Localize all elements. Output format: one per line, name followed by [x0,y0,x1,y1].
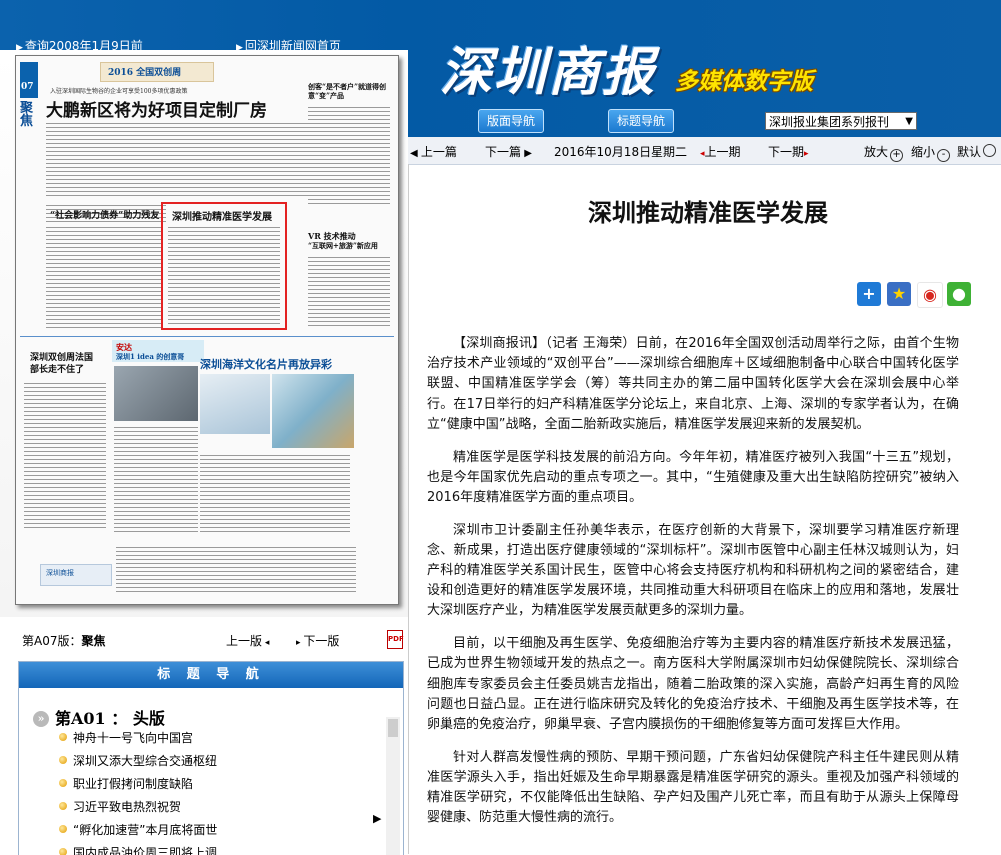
kicker: 入驻深圳国际生物谷的企业可享受100多项优惠政策 [50,88,188,95]
plus-share-icon[interactable]: + [857,282,881,306]
current-page-info: 第A07版：聚焦 [22,634,106,648]
zoom-in-button[interactable]: 放大 + [864,143,904,162]
title-nav-header: 标 题 导 航 [19,662,403,688]
bottom-left-headline: 深圳双创周法国部长走不住了 [30,353,94,375]
bullet-icon [59,733,67,741]
column-divider [408,164,409,854]
current-page-name: 聚焦 [81,634,106,648]
nav-title-item[interactable]: 职业打假拷问制度缺陷 [59,775,193,792]
nav-title-item[interactable]: 习近平致电热烈祝贺 [59,798,181,815]
scrollbar[interactable] [386,717,400,855]
zoom-default-icon [983,144,997,157]
chevron-down-icon: ▼ [905,116,913,127]
scrollbar-thumb[interactable] [388,719,398,737]
wechat-icon[interactable]: ● [947,282,971,306]
caret-right-icon: ▸ [804,149,809,159]
article-paragraph: 目前，以干细胞及再生医学、免疫细胞治疗等为主要内容的精准医疗新技术发展迅猛，已成… [427,636,959,732]
article-body: 【深圳商报讯】（记者 王海荣）日前，在2016年全国双创活动周举行之际，由首个生… [427,334,959,841]
mid-right-headline-2: “互联网+旅游”新应用 [308,241,378,250]
newspaper-page-thumbnail[interactable]: 07 聚焦 2016 全国双创周 入驻深圳国际生物谷的企业可享受100多项优惠政… [15,55,399,605]
qzone-star-icon[interactable]: ★ [887,282,911,306]
bullet-icon [59,825,67,833]
zoom-default-button[interactable]: 默认 [957,143,997,160]
play-right-icon[interactable]: ▶ [373,812,381,825]
bottom-mid-headline: 深圳1 idea 的创意哥 [116,352,185,361]
issue-weekday: 星期二 [651,145,688,159]
nav-title-item[interactable]: 国内成品油价周三即将上调 [59,844,217,855]
highlighted-article-box[interactable] [161,202,287,330]
zoom-in-icon: + [890,149,904,162]
zoom-out-button[interactable]: 缩小 - [911,143,951,162]
photo [272,374,354,448]
banner-text: 2016 全国双创周 [108,68,182,78]
top-right-headline: 创客“是不者户”就道得创意“变”产品 [308,82,387,100]
article-paragraph: 【深圳商报讯】（记者 王海荣）日前，在2016年全国双创活动周举行之际，由首个生… [427,336,959,432]
side-headline: “社会影响力债券”助力残友 [50,211,160,221]
prev-article-button[interactable]: ◀ 上一篇 [410,143,457,160]
article-toolbar: ◀ 上一篇 下一篇 ▶ 2016年10月18日 星期二 ◂上一期 下一期▸ 放大… [408,137,1001,165]
article-title: 深圳推动精准医学发展 [588,198,828,227]
page-section: 聚焦 [20,101,34,129]
section-title[interactable]: » 第A01 ： 头版 [33,705,165,729]
next-issue-button[interactable]: 下一期▸ [768,143,809,160]
section-divider [20,336,394,337]
text-block [200,452,350,534]
bullet-icon [59,779,67,787]
article-paragraph: 深圳市卫计委副主任孙美华表示，在医疗创新的大背景下，深圳要学习精准医疗新理念、新… [427,522,959,619]
logo[interactable]: 深圳商报 [440,30,656,105]
text-block [46,224,161,328]
caret-left-icon: ◂ [262,638,270,648]
issue-date: 2016年10月18日 [554,145,652,159]
next-page-link[interactable]: ▸ 下一版 [296,632,339,649]
bullet-icon [59,802,67,810]
pdf-icon[interactable]: PDF [387,630,404,649]
text-block [24,380,106,530]
page-number: 07 [21,82,34,92]
article-paragraph: 精准医学是医学科技发展的前沿方向。今年年初，精准医疗被列入我国“十三五”规划，也… [427,449,959,505]
zoom-out-icon: - [937,149,951,162]
weibo-icon[interactable]: ◉ [917,282,943,308]
bullet-icon [59,756,67,764]
double-chevron-icon: » [33,711,49,727]
prev-page-link[interactable]: 上一版 ◂ [226,632,269,649]
footer-tag: 深圳商报 [46,569,74,577]
series-select[interactable]: 深圳报业集团系列报刊 ▼ [765,112,917,130]
article-paragraph: 针对人群高发慢性病的预防、早期干预问题，广东省妇幼保健院产科主任牛建民则从精准医… [427,749,959,826]
text-block [308,104,390,204]
triangle-right-icon: ▶ [521,148,532,159]
text-block [46,120,321,198]
logo-subtitle: 多媒体数字版 [675,69,813,95]
next-article-button[interactable]: 下一篇 ▶ [485,143,532,160]
nav-title-item[interactable]: 神舟十一号飞向中国宫 [59,729,193,746]
photo [114,366,198,421]
title-nav-button[interactable]: 标题导航 [608,109,675,133]
triangle-left-icon: ◀ [410,148,421,159]
text-block [114,424,198,534]
main-headline: 大鹏新区将为好项目定制厂房 [46,101,267,121]
title-navigation-panel: 标 题 导 航 » 第A01 ： 头版 神舟十一号飞向中国宫 深圳又添大型综合交通… [18,661,404,855]
text-block [116,544,356,594]
bottom-right-headline: 深圳海洋文化名片再放异彩 [200,358,332,371]
prev-issue-button[interactable]: ◂上一期 [700,143,741,160]
illustration [200,374,270,434]
nav-title-item[interactable]: 深圳又添大型综合交通枢纽 [59,752,217,769]
text-block [308,254,390,326]
layout-nav-button[interactable]: 版面导航 [478,109,545,133]
nav-title-item[interactable]: “孵化加速营”本月底将面世 [59,821,217,838]
page-number-strip [20,62,38,98]
